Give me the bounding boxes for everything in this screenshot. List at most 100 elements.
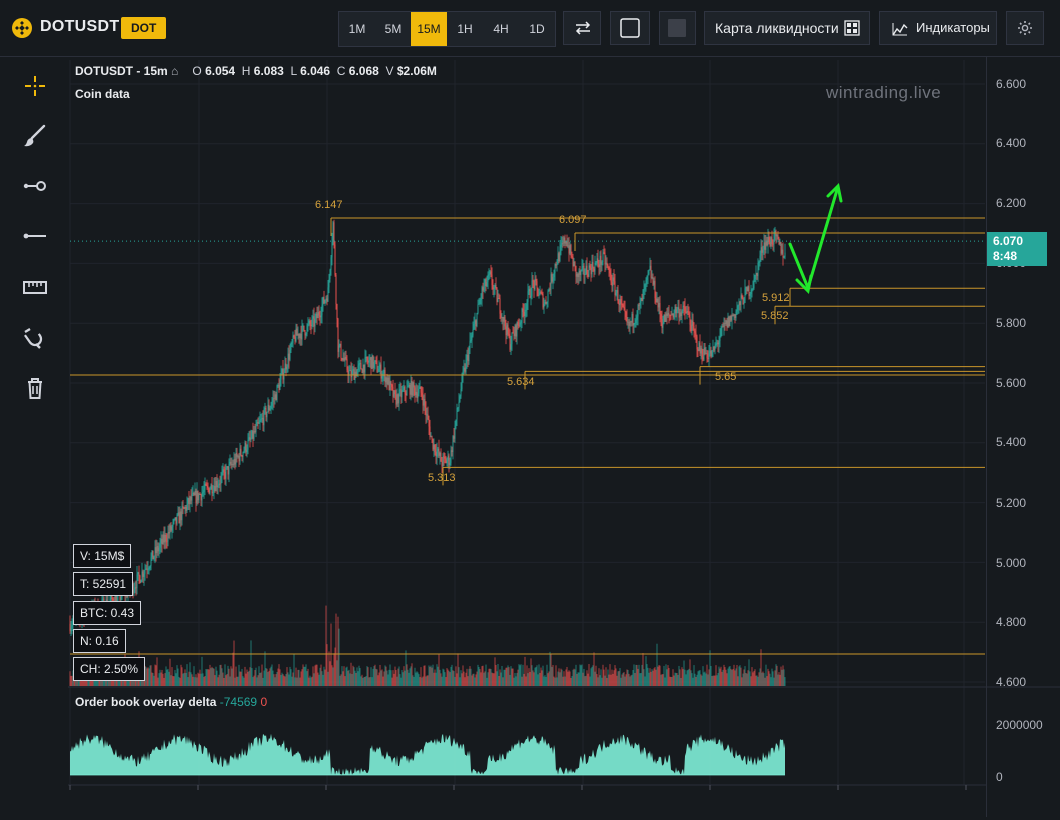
candle-body (423, 399, 425, 406)
volume-bar (245, 673, 247, 686)
candle-body (516, 322, 518, 337)
delta-tick: 2000000 (996, 718, 1043, 732)
volume-bar (416, 671, 418, 686)
watermark: wintrading.live (826, 83, 942, 102)
volume-bar (496, 671, 498, 686)
volume-bar (259, 672, 261, 686)
volume-bar (570, 677, 572, 686)
volume-bar (344, 676, 346, 686)
volume-bar (414, 667, 416, 686)
volume-bar (237, 676, 239, 686)
volume-bar (300, 671, 302, 686)
candle-body (205, 483, 207, 486)
volume-bar (337, 616, 339, 686)
volume-bar (475, 674, 477, 686)
volume-bar (177, 668, 179, 686)
volume-bar (148, 668, 150, 686)
candle-body (372, 355, 374, 368)
candle-body (154, 547, 156, 557)
volume-bar (698, 670, 700, 686)
candle-body (218, 483, 220, 486)
candle-body (749, 294, 751, 296)
volume-bar (660, 674, 662, 686)
candle-body (500, 313, 502, 318)
candle-body (558, 253, 560, 262)
order-book-delta-zero: 0 (260, 695, 268, 709)
volume-bar (284, 676, 286, 686)
candle-body (354, 371, 356, 380)
candle-body (665, 313, 667, 322)
candle-body (714, 345, 716, 351)
candle-body (484, 279, 486, 287)
candle-body (420, 386, 422, 393)
candle-body (673, 313, 675, 318)
price-tick: 6.200 (996, 196, 1027, 210)
volume-bar (372, 668, 374, 686)
candle-body (469, 341, 471, 349)
candle-body (741, 295, 743, 298)
volume-bar (371, 677, 373, 686)
candle-body (655, 298, 657, 303)
candle-body (668, 312, 670, 315)
volume-bar (294, 677, 296, 686)
candle-body (617, 290, 619, 304)
volume-bar (376, 669, 378, 686)
volume-bar (699, 670, 701, 686)
volume-bar (221, 668, 223, 686)
candle-body (434, 444, 436, 453)
candle-body (438, 448, 440, 456)
candle-body (701, 348, 703, 358)
volume-bar (488, 668, 490, 686)
volume-bar (735, 668, 737, 686)
volume-bar (564, 676, 566, 686)
volume-bar (477, 664, 479, 686)
volume-bar (600, 669, 602, 686)
candle-body (742, 297, 744, 304)
volume-bar (721, 671, 723, 686)
candle-body (195, 491, 197, 504)
volume-bar (779, 674, 781, 686)
eye-icon[interactable]: ⌂ (171, 64, 189, 78)
volume-bar (322, 674, 324, 686)
candle-body (691, 320, 693, 332)
volume-bar (582, 672, 584, 686)
candle-body (397, 394, 399, 404)
candle-body (466, 354, 468, 361)
candle-body (267, 404, 269, 412)
volume-bar (481, 666, 483, 686)
volume-bar (200, 673, 202, 686)
coin-data-label[interactable]: Coin data (75, 87, 130, 101)
volume-bar (190, 672, 192, 686)
volume-bar (461, 673, 463, 686)
volume-bar (306, 671, 308, 686)
volume-bar (593, 652, 595, 686)
volume-bar (211, 666, 213, 686)
volume-bar (389, 664, 391, 686)
candle-body (725, 320, 727, 324)
volume-bar (149, 665, 151, 686)
candle-body (436, 451, 438, 457)
volume-bar (197, 672, 199, 686)
candle-body (172, 521, 174, 527)
candle-body (165, 535, 167, 542)
volume-bar (444, 672, 446, 686)
volume-bar (175, 673, 177, 686)
volume-bar (742, 673, 744, 686)
candle-body (292, 335, 294, 343)
volume-bar (436, 664, 438, 686)
candle-body (228, 463, 230, 475)
candle-body (706, 353, 708, 359)
volume-bar (178, 676, 180, 686)
candle-body (451, 450, 453, 452)
volume-bar (642, 652, 644, 686)
volume-bar (382, 676, 384, 686)
volume-bar (263, 670, 265, 686)
volume-bar (319, 667, 321, 686)
volume-bar (604, 675, 606, 686)
volume-bar (777, 674, 779, 686)
candle-body (676, 309, 678, 314)
volume-bar (533, 672, 535, 686)
candle-body (326, 298, 328, 302)
candle-body (618, 303, 620, 306)
candle-body (746, 287, 748, 292)
